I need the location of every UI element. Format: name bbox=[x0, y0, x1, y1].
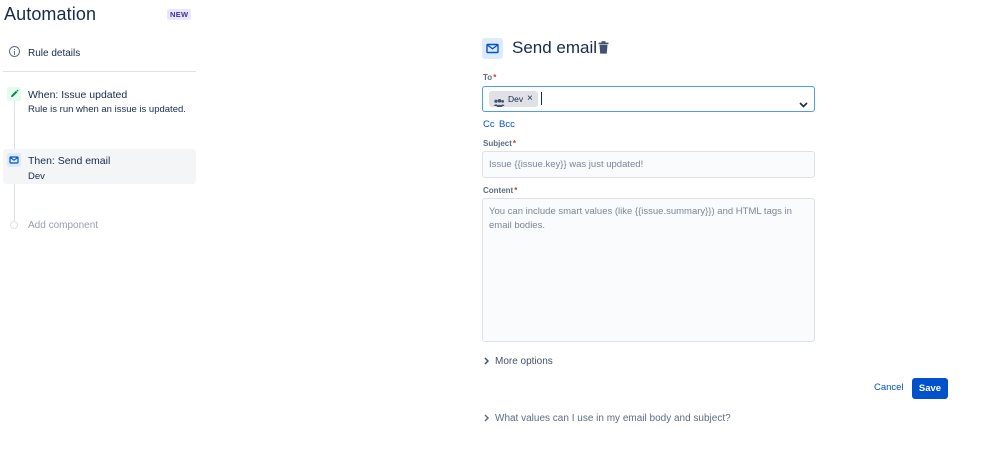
sidebar-item-trigger[interactable]: When: Issue updated Rule is run when an … bbox=[3, 84, 196, 122]
subject-input[interactable] bbox=[482, 151, 815, 178]
recipient-chip-label: Dev bbox=[508, 94, 524, 104]
remove-recipient-icon[interactable]: × bbox=[527, 93, 533, 105]
cc-link[interactable]: Cc bbox=[483, 119, 495, 130]
to-recipient-select[interactable]: Dev × bbox=[482, 86, 815, 112]
mail-icon bbox=[482, 38, 503, 59]
form-title: Send email bbox=[512, 38, 598, 57]
subject-label: Subject* bbox=[483, 139, 517, 148]
new-badge: NEW bbox=[167, 9, 192, 20]
page-title: Automation bbox=[4, 4, 97, 24]
more-options-toggle[interactable]: More options bbox=[484, 352, 553, 370]
group-icon bbox=[493, 95, 505, 113]
sidebar-item-rule-details[interactable]: Rule details bbox=[9, 46, 80, 59]
info-icon bbox=[9, 46, 20, 57]
chevron-right-icon bbox=[484, 409, 490, 427]
sidebar-divider bbox=[3, 71, 196, 72]
trash-icon[interactable] bbox=[598, 41, 609, 59]
chevron-down-icon[interactable] bbox=[799, 95, 808, 113]
mail-icon bbox=[7, 153, 21, 167]
add-component-label: Add component bbox=[28, 220, 99, 231]
text-cursor bbox=[541, 92, 542, 105]
sidebar-item-action[interactable]: Then: Send email Dev bbox=[3, 149, 196, 184]
content-textarea[interactable] bbox=[482, 198, 815, 342]
content-label: Content* bbox=[483, 186, 518, 195]
recipient-chip: Dev × bbox=[489, 91, 538, 107]
save-button[interactable]: Save bbox=[912, 378, 948, 399]
to-label: To* bbox=[483, 73, 497, 82]
rule-details-label: Rule details bbox=[28, 48, 81, 59]
chevron-right-icon bbox=[484, 352, 490, 370]
add-component-dot-icon bbox=[10, 221, 18, 229]
action-subtitle: Dev bbox=[28, 171, 45, 182]
trigger-description: Rule is run when an issue is updated. bbox=[28, 104, 186, 115]
trigger-title: When: Issue updated bbox=[28, 89, 128, 101]
bcc-link[interactable]: Bcc bbox=[499, 119, 515, 130]
more-options-label: More options bbox=[495, 355, 553, 367]
help-expander[interactable]: What values can I use in my email body a… bbox=[484, 409, 731, 427]
cancel-button[interactable]: Cancel bbox=[868, 378, 910, 398]
action-title: Then: Send email bbox=[28, 155, 111, 167]
pencil-icon bbox=[7, 87, 21, 101]
help-question-label: What values can I use in my email body a… bbox=[495, 412, 731, 424]
